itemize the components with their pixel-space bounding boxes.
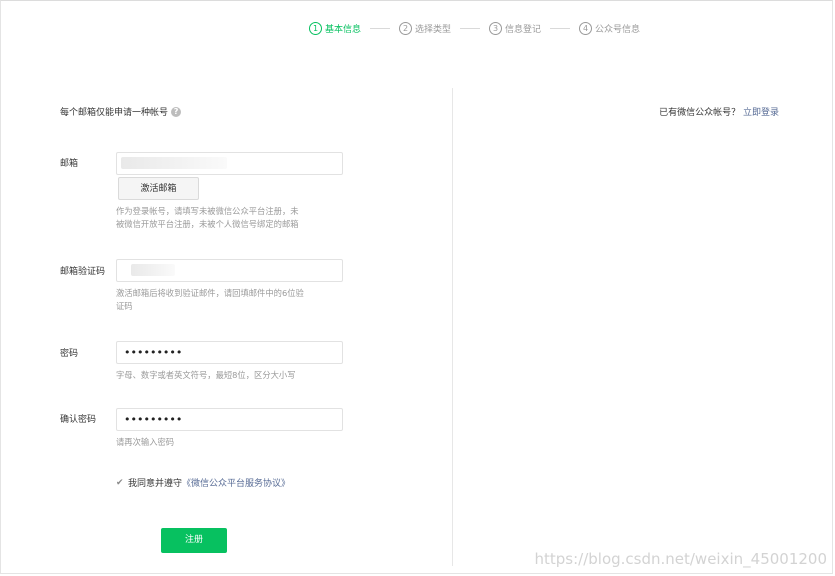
step-label: 基本信息: [325, 24, 362, 35]
email-field[interactable]: [116, 152, 343, 175]
step-label: 公众号信息: [595, 24, 641, 35]
step-label: 选择类型: [415, 24, 452, 35]
code-tip-line: 激活邮箱后将收到验证邮件，请回填邮件中的6位验: [116, 288, 304, 298]
step-number-4: 4: [579, 21, 593, 35]
verification-code-field[interactable]: [116, 259, 343, 282]
agree-checkbox[interactable]: ✔: [116, 478, 124, 487]
step-number-2: 2: [399, 21, 413, 35]
agreement-row: ✔ 我同意并遵守 《微信公众平台服务协议》: [116, 476, 290, 489]
email-value-redacted: [121, 157, 227, 169]
register-button[interactable]: 注册: [161, 528, 227, 553]
activate-email-button[interactable]: 激活邮箱: [118, 177, 199, 200]
confirm-password-tip: 请再次输入密码: [116, 437, 175, 447]
column-divider: [452, 88, 453, 566]
step-connector: [550, 27, 571, 29]
agree-text: 我同意并遵守: [128, 479, 183, 489]
step-info-register: 3 信息登记: [489, 21, 542, 35]
step-number-1: 1: [309, 21, 322, 35]
password-value: •••••••••: [124, 346, 183, 359]
email-tip: 作为登录帐号，请填写未被微信公众平台注册，未 被微信开放平台注册，未被个人微信号…: [116, 205, 331, 231]
email-tip-line: 被微信开放平台注册，未被个人微信号绑定的邮箱: [116, 219, 299, 229]
password-tip: 字母、数字或者英文符号，最短8位，区分大小写: [116, 370, 296, 380]
watermark: https://blog.csdn.net/weixin_45001200: [534, 550, 827, 568]
confirm-password-label: 确认密码: [60, 415, 97, 425]
step-number-3: 3: [489, 21, 503, 35]
intro-text: 每个邮箱仅能申请一种帐号: [60, 108, 169, 118]
registration-stepper: 1 基本信息 2 选择类型 3 信息登记 4 公众号信息: [309, 20, 640, 36]
form-intro: 每个邮箱仅能申请一种帐号 ?: [60, 105, 182, 118]
confirm-password-field[interactable]: •••••••••: [116, 408, 343, 431]
login-link[interactable]: 立即登录: [743, 108, 779, 118]
has-account-text: 已有微信公众帐号？: [659, 108, 741, 118]
step-label: 信息登记: [505, 24, 542, 35]
step-account-info: 4 公众号信息: [579, 21, 641, 35]
confirm-password-value: •••••••••: [124, 413, 183, 426]
email-tip-line: 作为登录帐号，请填写未被微信公众平台注册，未: [116, 206, 299, 216]
code-tip-line: 证码: [116, 301, 133, 311]
password-field[interactable]: •••••••••: [116, 341, 343, 364]
step-connector: [370, 27, 391, 29]
email-label: 邮箱: [60, 159, 79, 169]
verification-code-label: 邮箱验证码: [60, 267, 106, 277]
step-connector: [460, 27, 481, 29]
existing-account-prompt: 已有微信公众帐号？ 立即登录: [659, 105, 779, 118]
service-agreement-link[interactable]: 《微信公众平台服务协议》: [182, 476, 290, 489]
help-icon[interactable]: ?: [171, 106, 182, 117]
password-label: 密码: [60, 349, 79, 359]
code-value-redacted: [131, 264, 175, 276]
step-select-type: 2 选择类型: [399, 21, 452, 35]
step-basic-info: 1 基本信息: [309, 21, 362, 35]
verification-code-tip: 激活邮箱后将收到验证邮件，请回填邮件中的6位验 证码: [116, 287, 331, 313]
